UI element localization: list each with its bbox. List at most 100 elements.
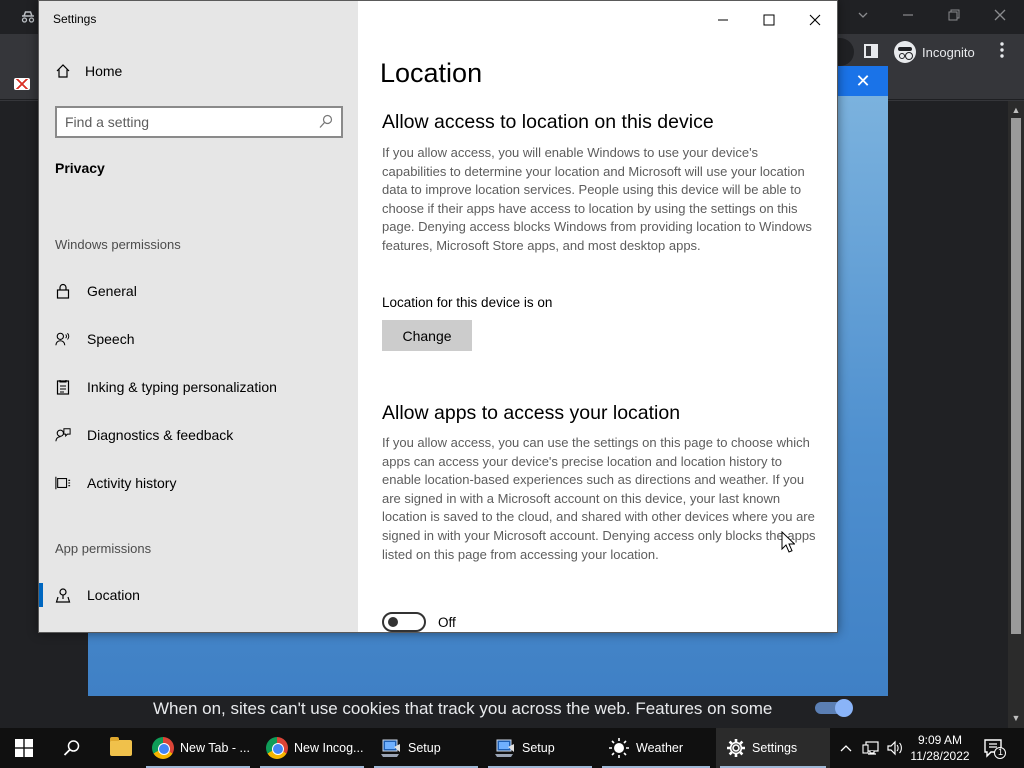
window-title: Settings (53, 12, 97, 26)
device-access-heading: Allow access to location on this device (382, 111, 714, 133)
activity-history-icon (55, 476, 71, 490)
incognito-avatar-icon (894, 41, 916, 63)
nav-item-activity-history[interactable]: Activity history (55, 471, 176, 495)
chrome-icon (266, 737, 288, 759)
action-center-button[interactable]: 1 (982, 736, 1006, 760)
taskbar-app-settings[interactable]: Settings (716, 728, 830, 768)
minimize-icon (718, 19, 728, 21)
apps-location-toggle-label: Off (438, 615, 456, 630)
taskbar-app-label: New Incog... (294, 741, 364, 755)
taskbar-file-explorer[interactable] (100, 728, 142, 768)
settings-nav-pane: Settings Home Privacy Windows permission… (39, 1, 358, 632)
cookie-blocking-toggle[interactable] (815, 699, 853, 717)
taskbar-app-setup-2[interactable]: Setup (484, 728, 596, 768)
toggle-knob (388, 617, 398, 627)
weather-icon (609, 738, 629, 758)
setup-icon (495, 739, 514, 757)
start-button[interactable] (0, 728, 48, 768)
browser-minimize-icon[interactable] (898, 6, 918, 26)
device-location-status: Location for this device is on (382, 295, 553, 310)
browser-dialog-close-icon[interactable]: ✕ (838, 66, 888, 96)
nav-item-label: Activity history (87, 475, 177, 491)
nav-home[interactable]: Home (55, 63, 122, 79)
page-title: Location (380, 58, 483, 88)
nav-item-general[interactable]: General (55, 279, 137, 303)
find-setting-box[interactable] (55, 106, 343, 138)
nav-item-label: Speech (87, 331, 135, 347)
change-button[interactable]: Change (382, 320, 472, 351)
taskbar: New Tab - ... New Incog... Setup Setup W… (0, 728, 1024, 768)
nav-item-label: Inking & typing personalization (87, 379, 277, 395)
settings-content-pane: Location Allow access to location on thi… (358, 1, 837, 632)
browser-restore-icon[interactable] (944, 6, 964, 26)
close-button[interactable] (792, 5, 837, 35)
taskbar-app-weather[interactable]: Weather (598, 728, 714, 768)
tab-search-chevron-icon[interactable] (853, 6, 873, 26)
taskbar-search-button[interactable] (48, 728, 96, 768)
find-setting-input[interactable] (65, 113, 305, 131)
nav-item-label: Diagnostics & feedback (87, 427, 234, 443)
taskbar-search-icon (63, 740, 80, 756)
taskbar-app-setup-1[interactable]: Setup (370, 728, 482, 768)
device-access-description: If you allow access, you will enable Win… (382, 145, 812, 253)
nav-item-diagnostics-feedback[interactable]: Diagnostics & feedback (55, 423, 233, 447)
chrome-icon (152, 737, 174, 759)
apps-location-toggle[interactable] (382, 612, 426, 632)
close-icon (809, 14, 821, 26)
location-icon (55, 588, 71, 603)
windows-permissions-label: Windows permissions (55, 237, 181, 252)
scroll-up-arrow-icon[interactable]: ▲ (1010, 104, 1022, 116)
network-button[interactable] (860, 728, 882, 768)
folder-icon (110, 737, 132, 756)
cookie-notice-text: When on, sites can't use cookies that tr… (153, 699, 773, 718)
settings-window: Settings Home Privacy Windows permission… (38, 0, 838, 633)
nav-home-label: Home (85, 63, 123, 79)
taskbar-app-label: Setup (522, 741, 555, 755)
mouse-cursor-icon (781, 531, 795, 553)
speaker-icon (887, 740, 902, 756)
feedback-icon (55, 428, 71, 442)
apps-access-heading: Allow apps to access your location (382, 402, 681, 424)
taskbar-clock[interactable]: 9:09 AM 11/28/2022 (906, 732, 974, 764)
nav-item-label: General (87, 283, 137, 299)
scroll-down-arrow-icon[interactable]: ▼ (1010, 712, 1022, 724)
nav-item-inking-typing[interactable]: Inking & typing personalization (55, 375, 277, 399)
maximize-icon (763, 14, 775, 26)
taskbar-app-new-incognito[interactable]: New Incog... (256, 728, 368, 768)
notification-count: 1 (997, 747, 1003, 757)
nav-item-location[interactable]: Location (55, 583, 140, 607)
chevron-up-icon (840, 745, 852, 752)
setup-icon (381, 739, 400, 757)
inking-icon (56, 380, 70, 395)
windows-logo-icon (15, 739, 33, 757)
clock-time: 9:09 AM (917, 733, 963, 747)
incognito-small-icon (21, 11, 35, 23)
search-icon[interactable] (319, 114, 333, 130)
show-hidden-icons-button[interactable] (836, 728, 856, 768)
taskbar-app-label: Settings (752, 741, 798, 755)
taskbar-app-label: Setup (408, 741, 441, 755)
speech-icon (55, 332, 70, 346)
browser-scrollbar-thumb[interactable] (1011, 118, 1021, 634)
incognito-label: Incognito (922, 44, 975, 60)
minimize-button[interactable] (700, 5, 746, 35)
nav-item-speech[interactable]: Speech (55, 327, 134, 351)
browser-close-icon[interactable] (990, 6, 1010, 26)
side-panel-icon[interactable] (864, 44, 878, 58)
clock-date: 11/28/2022 (910, 749, 970, 763)
taskbar-app-label: Weather (636, 741, 684, 755)
cookie-toggle-knob (835, 699, 853, 717)
gmail-icon[interactable] (14, 78, 30, 90)
selected-indicator (39, 583, 43, 607)
gear-icon (727, 739, 745, 757)
taskbar-app-new-tab[interactable]: New Tab - ... (142, 728, 254, 768)
network-icon (862, 741, 879, 755)
volume-button[interactable] (884, 728, 906, 768)
incognito-profile-button[interactable]: Incognito (890, 38, 985, 66)
maximize-button[interactable] (746, 5, 792, 35)
app-permissions-label: App permissions (55, 541, 152, 556)
browser-menu-icon[interactable] (996, 42, 1008, 62)
apps-access-description: If you allow access, you can use the set… (382, 435, 816, 562)
nav-item-label: Location (87, 587, 140, 603)
home-icon (56, 64, 70, 78)
